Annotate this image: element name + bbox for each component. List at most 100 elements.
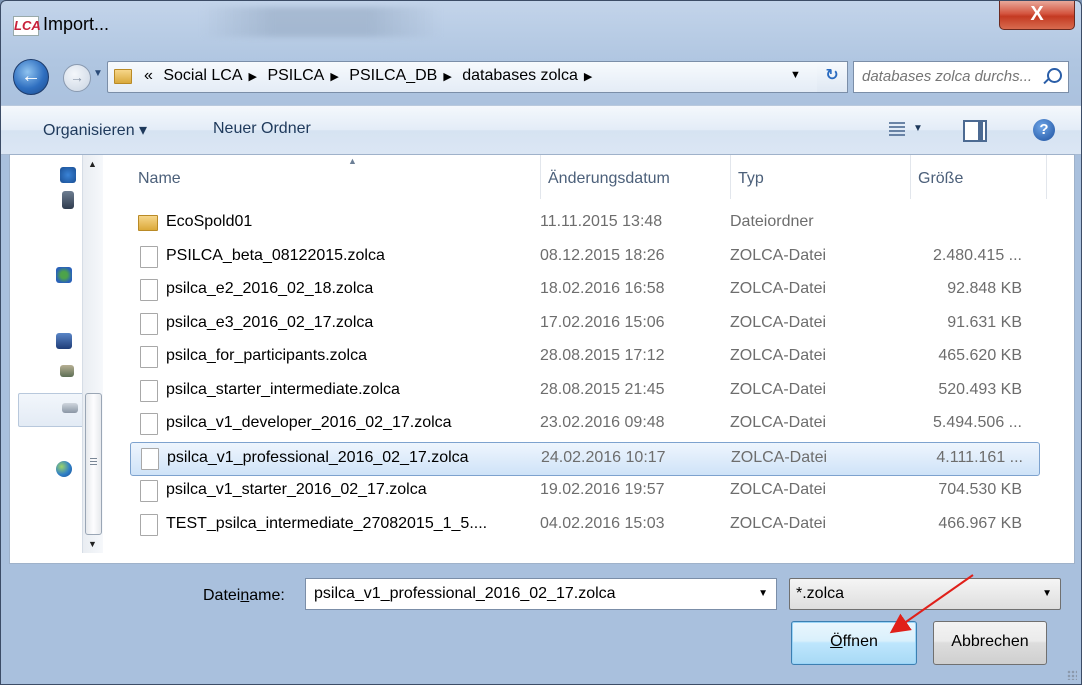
view-options-chevron-icon[interactable]: ▼	[913, 123, 923, 134]
file-date: 23.02.2016 09:48	[540, 414, 665, 431]
open-button[interactable]: Öffnen	[791, 621, 917, 665]
file-row[interactable]: psilca_e2_2016_02_18.zolca 18.02.2016 16:…	[130, 274, 1038, 306]
breadcrumb[interactable]: « Social LCA ▶ PSILCA ▶ PSILCA_DB ▶ databas…	[144, 67, 598, 85]
cancel-button[interactable]: Abbrechen	[933, 621, 1047, 665]
file-size: 520.493 KB	[938, 380, 1022, 398]
drive-icon[interactable]	[60, 365, 74, 377]
file-icon	[140, 379, 158, 402]
file-name: EcoSpold01	[166, 213, 253, 230]
file-row[interactable]: psilca_for_participants.zolca 28.08.2015 …	[130, 341, 1038, 373]
file-name: psilca_for_participants.zolca	[166, 347, 367, 364]
file-icon	[140, 413, 158, 435]
organize-button[interactable]: Organisieren ▾	[43, 120, 147, 140]
address-bar[interactable]: « Social LCA ▶ PSILCA ▶ PSILCA_DB ▶ databas…	[107, 61, 819, 93]
help-icon[interactable]: ?	[1033, 119, 1055, 141]
file-size: 2.480.415 ...	[933, 246, 1022, 264]
sort-ascending-icon: ▲	[348, 156, 357, 166]
close-button[interactable]: X	[999, 1, 1075, 30]
breadcrumb-item-psilca-db[interactable]: PSILCA_DB	[349, 67, 437, 84]
breadcrumb-separator-icon[interactable]: ▶	[330, 71, 338, 83]
change-view-icon[interactable]	[889, 122, 905, 136]
column-header-type[interactable]: Typ	[730, 155, 911, 199]
file-name: psilca_v1_starter_2016_02_17.zolca	[166, 481, 427, 498]
back-button[interactable]: ←	[13, 59, 49, 95]
file-list[interactable]: Name ▲ Änderungsdatum Typ Größe EcoSpold…	[110, 155, 1074, 563]
file-size: 91.631 KB	[947, 313, 1022, 331]
file-row[interactable]: psilca_e3_2016_02_17.zolca 17.02.2016 15:…	[130, 308, 1038, 340]
preview-pane-icon[interactable]	[963, 120, 987, 142]
file-size: 92.848 KB	[947, 280, 1022, 297]
folder-icon	[138, 215, 158, 231]
music-library-icon[interactable]	[60, 167, 76, 183]
breadcrumb-item-psilca[interactable]: PSILCA	[267, 67, 324, 84]
file-row[interactable]: psilca_starter_intermediate.zolca 28.08.2…	[130, 375, 1038, 407]
command-toolbar: Organisieren ▾ Neuer Ordner ▼ ?	[1, 105, 1081, 155]
file-icon	[140, 346, 158, 368]
file-icon	[140, 245, 158, 268]
file-size: 466.967 KB	[938, 514, 1022, 532]
file-row[interactable]: psilca_v1_professional_2016_02_17.zolca 2…	[130, 441, 1040, 476]
file-row[interactable]: EcoSpold01 11.11.2015 13:48 Dateiordner	[130, 207, 1038, 239]
filename-dropdown-icon[interactable]: ▼	[758, 588, 768, 599]
network-icon[interactable]	[56, 267, 72, 283]
breadcrumb-separator-icon[interactable]: ▶	[584, 71, 592, 83]
globe-network-icon[interactable]	[56, 461, 72, 477]
scrollbar-thumb[interactable]	[85, 393, 102, 535]
file-size: 4.111.161 ...	[936, 448, 1023, 466]
file-icon	[141, 447, 159, 470]
navigation-bar: ← → ▼ « Social LCA ▶ PSILCA ▶ PSILCA_DB ▶ d…	[1, 57, 1081, 97]
file-date: 19.02.2016 19:57	[540, 481, 665, 498]
file-name: psilca_v1_professional_2016_02_17.zolca	[167, 448, 469, 466]
breadcrumb-separator-icon[interactable]: ▶	[249, 71, 257, 83]
file-row[interactable]: TEST_psilca_intermediate_27082015_1_5...…	[130, 509, 1038, 541]
file-type: ZOLCA-Datei	[730, 347, 827, 364]
file-name: psilca_starter_intermediate.zolca	[166, 380, 400, 398]
file-size: 5.494.506 ...	[933, 414, 1022, 431]
refresh-button[interactable]: ↻	[817, 61, 848, 93]
file-icon	[140, 513, 158, 536]
title-bar-background-blur	[201, 7, 441, 37]
resize-grip-icon[interactable]	[1067, 670, 1077, 680]
filter-dropdown-icon[interactable]: ▼	[1042, 588, 1052, 599]
breadcrumb-item-databases-zolca[interactable]: databases zolca	[462, 67, 578, 84]
filename-input[interactable]	[312, 584, 746, 604]
file-row[interactable]: psilca_v1_starter_2016_02_17.zolca 19.02.…	[130, 475, 1038, 507]
title-bar[interactable]: LCA Import... X	[1, 1, 1081, 47]
file-date: 17.02.2016 15:06	[540, 313, 665, 331]
computer-icon[interactable]	[62, 191, 74, 209]
address-dropdown-icon[interactable]: ▼	[790, 69, 801, 81]
file-row[interactable]: psilca_v1_developer_2016_02_17.zolca 23.0…	[130, 408, 1038, 440]
file-type-filter-select[interactable]: *.zolca ▼	[789, 578, 1061, 610]
new-folder-button[interactable]: Neuer Ordner	[213, 120, 311, 138]
scroll-down-arrow-icon[interactable]: ▼	[88, 539, 97, 549]
search-input[interactable]	[860, 67, 1044, 86]
navigation-pane[interactable]: ▲ ▼	[10, 155, 110, 563]
file-name: psilca_e2_2016_02_18.zolca	[166, 280, 374, 297]
breadcrumb-separator-icon[interactable]: ▶	[443, 71, 451, 83]
scroll-up-arrow-icon[interactable]: ▲	[88, 159, 97, 169]
file-type: ZOLCA-Datei	[730, 280, 827, 297]
column-header-date[interactable]: Änderungsdatum	[540, 155, 731, 199]
file-date: 28.08.2015 17:12	[540, 347, 665, 364]
import-dialog: LCA Import... X ← → ▼ « Social LCA ▶ PSIL…	[0, 0, 1082, 685]
recent-pages-chevron-icon[interactable]: ▼	[93, 68, 103, 79]
file-size: 704.530 KB	[938, 481, 1022, 498]
filename-combobox[interactable]: ▼	[305, 578, 777, 610]
forward-button[interactable]: →	[63, 64, 91, 92]
file-date: 18.02.2016 16:58	[540, 280, 665, 297]
search-icon[interactable]	[1047, 68, 1062, 83]
breadcrumb-item-social-lca[interactable]: Social LCA	[163, 67, 242, 84]
file-date: 28.08.2015 21:45	[540, 380, 665, 398]
removable-drive-icon[interactable]	[62, 403, 78, 413]
column-header-size[interactable]: Größe	[910, 155, 1047, 199]
nav-pane-scrollbar[interactable]: ▲ ▼	[82, 155, 103, 553]
file-type-filter-value: *.zolca	[796, 585, 845, 602]
column-header-name[interactable]: Name ▲	[130, 155, 541, 199]
breadcrumb-overflow[interactable]: «	[144, 67, 153, 84]
folder-icon	[114, 69, 132, 84]
window-title: Import...	[43, 14, 110, 34]
homegroup-icon[interactable]	[56, 333, 72, 349]
file-row[interactable]: PSILCA_beta_08122015.zolca 08.12.2015 18:…	[130, 241, 1038, 273]
search-box[interactable]	[853, 61, 1069, 93]
file-size: 465.620 KB	[938, 347, 1022, 364]
